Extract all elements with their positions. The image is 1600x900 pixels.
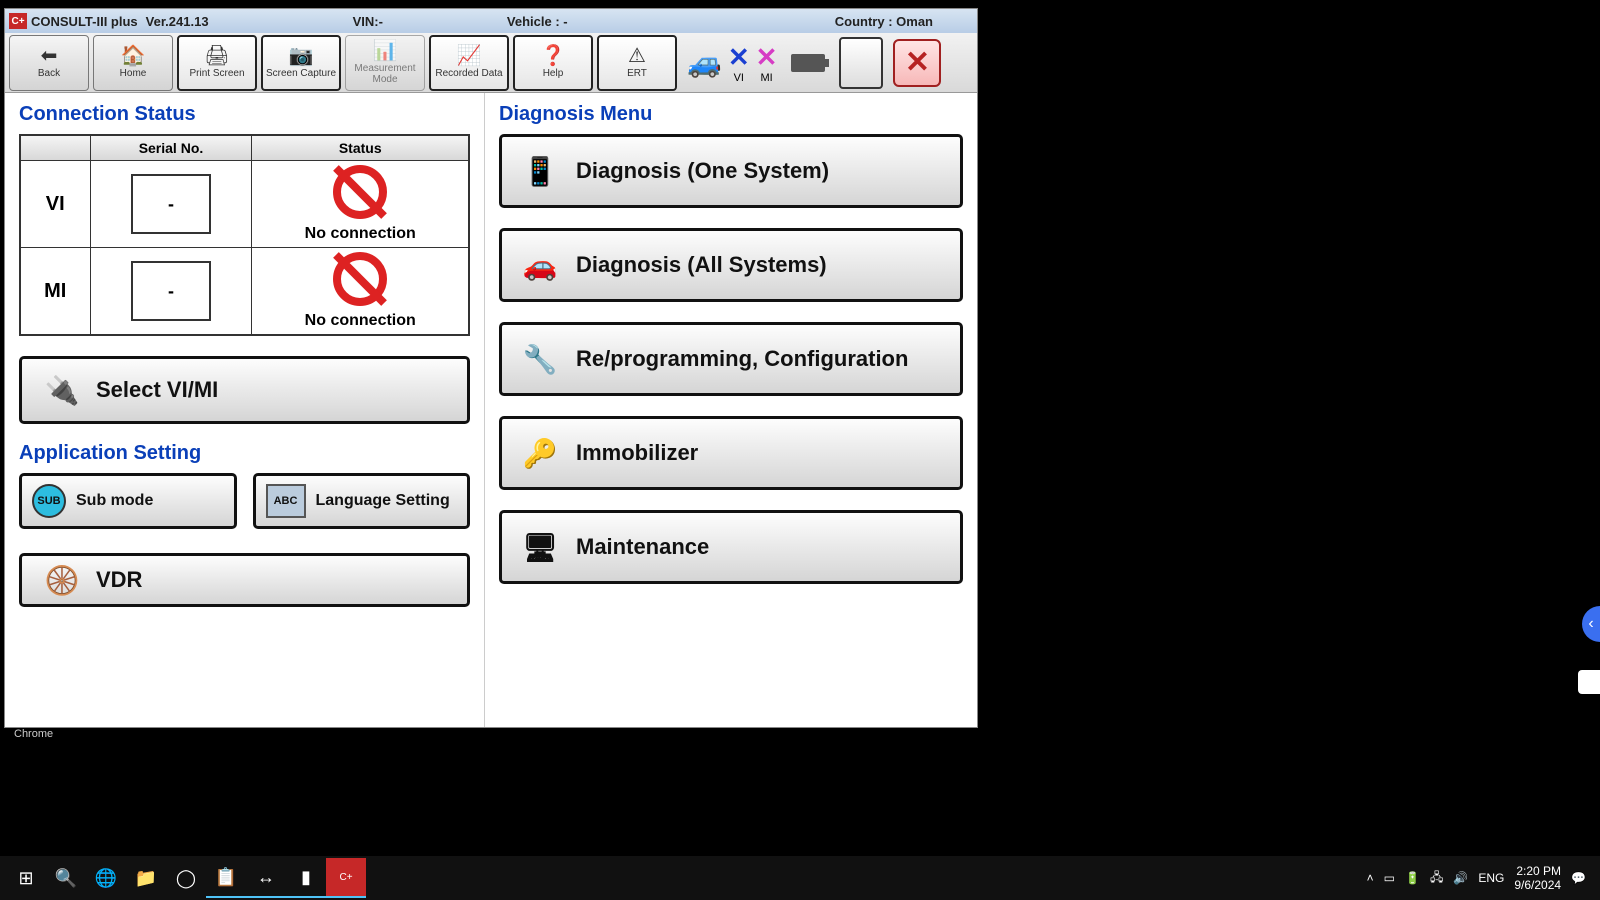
chrome-desktop-label: Chrome — [14, 728, 53, 740]
key-icon: 🔑 — [518, 431, 562, 475]
battery-icon — [791, 54, 825, 72]
explorer-icon[interactable]: 📁 — [126, 858, 166, 898]
phone-icon: 📱 — [518, 149, 562, 193]
tray-battery-icon[interactable]: 🔋 — [1405, 871, 1420, 885]
app-window: C+ CONSULT-III plus Ver.241.13 VIN:- Veh… — [4, 8, 978, 728]
app-name: CONSULT-III plus — [31, 14, 138, 29]
chrome-icon[interactable]: ◯ — [166, 858, 206, 898]
col-status: Status — [252, 135, 469, 161]
tray-onedrive-icon[interactable]: ▭ — [1384, 871, 1395, 885]
vi-status-text: No connection — [258, 225, 462, 243]
ert-button[interactable]: ⚠ ERT — [597, 35, 677, 91]
teamviewer-icon[interactable]: ↔ — [246, 858, 286, 898]
vi-serial-box[interactable]: - — [131, 174, 211, 234]
country-label: Country : Oman — [835, 14, 933, 29]
diagnosis-menu-title: Diagnosis Menu — [499, 103, 963, 126]
tray-notifications-icon[interactable]: 💬 — [1571, 871, 1586, 885]
consult-taskbar-icon[interactable]: C+ — [326, 858, 366, 898]
diagnosis-all-systems-button[interactable]: 🚗 Diagnosis (All Systems) — [499, 228, 963, 302]
close-button[interactable]: ✕ — [893, 39, 941, 87]
col-serial: Serial No. — [90, 135, 252, 161]
side-widget2-icon[interactable] — [1578, 670, 1600, 694]
side-widget-icon[interactable]: ‹ — [1582, 606, 1600, 642]
car-diag-icon: 🚗 — [518, 243, 562, 287]
help-icon: ❓ — [541, 46, 566, 66]
camera-icon: 📷 — [289, 46, 314, 66]
immobilizer-button[interactable]: 🔑 Immobilizer — [499, 416, 963, 490]
x-pink-icon: ✕ — [756, 42, 778, 73]
connection-table: Serial No. Status VI - No connection — [19, 134, 470, 336]
start-button[interactable]: ⊞ — [6, 858, 46, 898]
language-setting-button[interactable]: ABC Language Setting — [253, 473, 471, 529]
reprogramming-button[interactable]: 🔧 Re/programming, Configuration — [499, 322, 963, 396]
measurement-mode-button[interactable]: 📊 Measurement Mode — [345, 35, 425, 91]
monitor-icon: 🖥 — [518, 525, 562, 569]
vdr-button[interactable]: 🛞 VDR — [19, 553, 470, 607]
taskbar: ⊞ 🔍 🌐 📁 ◯ 📋 ↔ ▮ C+ ˄ ▭ 🔋 🖧 🔊 ENG 2:20 PM… — [0, 856, 1600, 900]
app-setting-title: Application Setting — [19, 442, 470, 465]
select-vi-mi-button[interactable]: 🔌 Select VI/MI — [19, 356, 470, 424]
recorded-data-button[interactable]: 📈 Recorded Data — [429, 35, 509, 91]
mi-serial-box[interactable]: - — [131, 261, 211, 321]
maintenance-button[interactable]: 🖥 Maintenance — [499, 510, 963, 584]
vehicle-label: Vehicle : - — [507, 14, 568, 29]
edge-icon[interactable]: 🌐 — [86, 858, 126, 898]
warning-icon: ⚠ — [628, 46, 646, 66]
car-icon: 🚙 — [687, 46, 722, 79]
table-row: VI - No connection — [20, 161, 469, 248]
vin-label: VIN:- — [353, 14, 383, 29]
gauge-icon: 📊 — [373, 41, 398, 61]
screen-capture-button[interactable]: 📷 Screen Capture — [261, 35, 341, 91]
minimize-button[interactable] — [839, 37, 883, 89]
data-icon: 📈 — [457, 46, 482, 66]
x-blue-icon: ✕ — [728, 42, 750, 73]
diagnosis-one-system-button[interactable]: 📱 Diagnosis (One System) — [499, 134, 963, 208]
app-version: Ver.241.13 — [146, 14, 209, 29]
connection-status-title: Connection Status — [19, 103, 470, 126]
abc-icon: ABC — [266, 484, 306, 518]
app-logo-icon: C+ — [9, 13, 27, 29]
table-row: MI - No connection — [20, 248, 469, 336]
tray-volume-icon[interactable]: 🔊 — [1453, 871, 1468, 885]
status-icons: 🚙 ✕ VI ✕ MI ✕ — [687, 37, 941, 89]
home-button[interactable]: 🏠 Home — [93, 35, 173, 91]
right-pane: Diagnosis Menu 📱 Diagnosis (One System) … — [485, 93, 977, 727]
todo-icon[interactable]: 📋 — [206, 858, 246, 898]
home-icon: 🏠 — [121, 46, 146, 66]
connector-icon: 🔌 — [40, 368, 84, 412]
sub-icon: SUB — [32, 484, 66, 518]
cmd-icon[interactable]: ▮ — [286, 858, 326, 898]
arrow-left-icon: ⬅ — [41, 46, 58, 66]
printer-icon: 🖨 — [204, 46, 229, 66]
tray-network-icon[interactable]: 🖧 — [1430, 868, 1443, 889]
left-pane: Connection Status Serial No. Status VI - — [5, 93, 485, 727]
vdr-icon: 🛞 — [40, 558, 84, 602]
toolbar: ⬅ Back 🏠 Home 🖨 Print Screen 📷 Screen Ca… — [5, 33, 977, 93]
tray-chevron-icon[interactable]: ˄ — [1367, 871, 1374, 885]
mi-status: ✕ MI — [756, 42, 778, 84]
tray-lang[interactable]: ENG — [1478, 871, 1504, 885]
search-button[interactable]: 🔍 — [46, 858, 86, 898]
prohibited-icon — [333, 252, 387, 306]
back-button[interactable]: ⬅ Back — [9, 35, 89, 91]
prohibited-icon — [333, 165, 387, 219]
help-button[interactable]: ❓ Help — [513, 35, 593, 91]
tray-clock[interactable]: 2:20 PM 9/6/2024 — [1514, 864, 1561, 893]
sub-mode-button[interactable]: SUB Sub mode — [19, 473, 237, 529]
vi-status: ✕ VI — [728, 42, 750, 84]
config-icon: 🔧 — [518, 337, 562, 381]
print-screen-button[interactable]: 🖨 Print Screen — [177, 35, 257, 91]
mi-status-text: No connection — [258, 312, 462, 330]
title-bar: C+ CONSULT-III plus Ver.241.13 VIN:- Veh… — [5, 9, 977, 33]
